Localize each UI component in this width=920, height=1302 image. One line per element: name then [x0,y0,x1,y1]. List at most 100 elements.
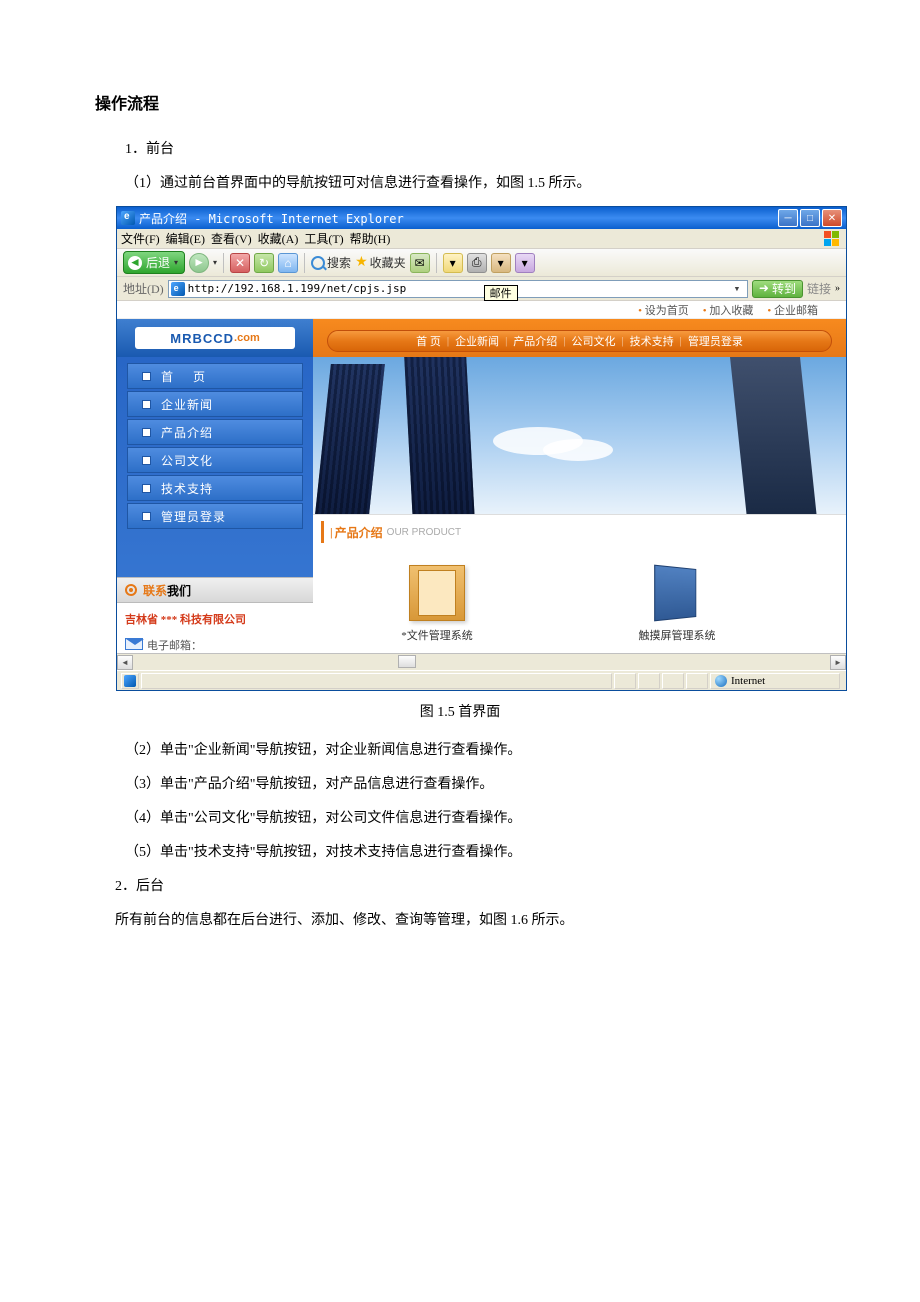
contact-body: 吉林省 *** 科技有限公司 电子邮箱： tmoonbook@sina.com [117,603,313,653]
address-label: 地址(D) [123,280,164,297]
menu-file[interactable]: 文件(F) [121,230,160,247]
step-2: （2）单击"企业新闻"导航按钮，对企业新闻信息进行查看操作。 [125,739,825,759]
ie-addressbar: 地址(D) http://192.168.1.199/net/cpjs.jsp … [117,277,846,301]
refresh-button[interactable]: ↻ [254,253,274,273]
ie-menubar: 文件(F) 编辑(E) 查看(V) 收藏(A) 工具(T) 帮助(H) [117,229,846,249]
address-input[interactable]: http://192.168.1.199/net/cpjs.jsp 邮件 ▾ [168,280,748,298]
sidebar-item-home[interactable]: 首 页 [127,363,303,389]
menu-edit[interactable]: 编辑(E) [166,230,205,247]
menu-tools[interactable]: 工具(T) [304,230,343,247]
product-image-2 [649,565,705,621]
step-4: （4）单击"公司文化"导航按钮，对公司文件信息进行查看操作。 [125,807,825,827]
product-item-2[interactable]: 触摸屏管理系统 [617,565,737,643]
product-image-1 [409,565,465,621]
banner: MRBCCD.com 首 页| 企业新闻| 产品介绍| 公司文化| 技术支持| … [117,319,846,357]
section-2-title: 2．后台 [115,875,825,895]
back-dropdown-icon[interactable]: ▾ [174,258,178,267]
ie-statusbar: Internet [117,670,846,690]
product-item-1[interactable]: *文件管理系统 [377,565,497,643]
nav-home[interactable]: 首 页 [410,333,447,349]
nav-culture[interactable]: 公司文化 [565,333,621,349]
sidebar-item-news[interactable]: 企业新闻 [127,391,303,417]
status-page-icon-pane [121,673,139,689]
scroll-left-button[interactable]: ◄ [117,655,133,670]
mail-button[interactable]: ▾ [443,253,463,273]
links-chevron-icon[interactable]: » [835,283,840,294]
menu-favorites[interactable]: 收藏(A) [258,230,299,247]
email-label: 电子邮箱： [147,640,202,652]
discuss-button[interactable]: ▾ [515,253,535,273]
ie-toolbar: ◄ 后退 ▾ ► ▾ ✕ ↻ ⌂ 搜索 ★ 收藏夹 ✉ ▾ ⎙ ▾ ▾ [117,249,846,277]
forward-button[interactable]: ► [189,253,209,273]
contact-header: 联系我们 [117,577,313,603]
section-title-cn: 产品介绍 [335,524,383,541]
favorites-label: 收藏夹 [370,254,406,271]
address-dropdown-icon[interactable]: ▾ [729,282,745,295]
maximize-button[interactable]: □ [800,209,820,227]
page-content: 设为首页 加入收藏 企业邮箱 MRBCCD.com 首 页| 企业新闻| 产品介… [117,301,846,653]
sidebar-item-culture[interactable]: 公司文化 [127,447,303,473]
scroll-thumb[interactable] [398,655,416,668]
hero-image [313,357,846,515]
envelope-icon [125,638,143,650]
logo-main: MRBCCD [170,331,234,346]
bullet-icon [125,584,137,596]
utility-home[interactable]: 设为首页 [638,302,689,318]
scroll-track[interactable] [133,655,830,670]
doc-heading: 操作流程 [95,90,825,114]
utility-mail[interactable]: 企业邮箱 [767,302,818,318]
sidebar-item-admin[interactable]: 管理员登录 [127,503,303,529]
nav-pill: 首 页| 企业新闻| 产品介绍| 公司文化| 技术支持| 管理员登录 [327,330,832,352]
minimize-button[interactable]: ─ [778,209,798,227]
scroll-right-button[interactable]: ► [830,655,846,670]
nav-products[interactable]: 产品介绍 [507,333,563,349]
search-label: 搜索 [327,254,351,271]
menu-view[interactable]: 查看(V) [211,230,252,247]
star-icon: ★ [355,254,368,271]
status-zone-pane: Internet [710,673,840,689]
ie-window: 产品介绍 - Microsoft Internet Explorer ─ □ ✕… [116,206,847,691]
menu-help[interactable]: 帮助(H) [350,230,391,247]
sidebar-item-products[interactable]: 产品介绍 [127,419,303,445]
go-arrow-icon: ➜ [759,281,769,296]
toolbar-separator [304,253,305,273]
back-button[interactable]: ◄ 后退 ▾ [123,251,185,274]
sidebar-item-support[interactable]: 技术支持 [127,475,303,501]
close-button[interactable]: ✕ [822,209,842,227]
status-pane [614,673,636,689]
status-zone-label: Internet [731,675,765,687]
product-label-1: *文件管理系统 [377,627,497,643]
history-button[interactable]: ✉ [410,253,430,273]
utility-bar: 设为首页 加入收藏 企业邮箱 [117,301,846,319]
forward-dropdown-icon[interactable]: ▾ [213,258,217,267]
status-pane [638,673,660,689]
horizontal-scrollbar[interactable]: ◄ ► [117,653,846,670]
logo-area: MRBCCD.com [117,319,313,357]
toolbar-separator [223,253,224,273]
favorites-button[interactable]: ★ 收藏夹 [355,254,406,271]
print-button[interactable]: ⎙ [467,253,487,273]
go-button[interactable]: ➜ 转到 [752,280,803,298]
logo-suffix: .com [234,332,260,344]
utility-favorite[interactable]: 加入收藏 [703,302,754,318]
stop-button[interactable]: ✕ [230,253,250,273]
search-icon [311,256,325,270]
links-label[interactable]: 链接 [807,280,831,297]
status-pane [686,673,708,689]
status-main-pane [141,673,612,689]
site-logo[interactable]: MRBCCD.com [135,327,295,349]
nav-admin[interactable]: 管理员登录 [682,333,749,349]
product-label-2: 触摸屏管理系统 [617,627,737,643]
nav-support[interactable]: 技术支持 [624,333,680,349]
mail-tooltip: 邮件 [484,285,518,301]
paragraph-2: 所有前台的信息都在后台进行、添加、修改、查询等管理，如图 1.6 所示。 [115,909,825,929]
product-row: *文件管理系统 触摸屏管理系统 [313,543,846,643]
back-arrow-icon: ◄ [128,256,142,270]
nav-news[interactable]: 企业新闻 [449,333,505,349]
edit-button[interactable]: ▾ [491,253,511,273]
page-icon [171,282,185,296]
section-title-en: OUR PRODUCT [387,527,461,538]
search-button[interactable]: 搜索 [311,254,351,271]
home-button[interactable]: ⌂ [278,253,298,273]
paragraph-1: （1）通过前台首界面中的导航按钮可对信息进行查看操作，如图 1.5 所示。 [125,172,825,192]
